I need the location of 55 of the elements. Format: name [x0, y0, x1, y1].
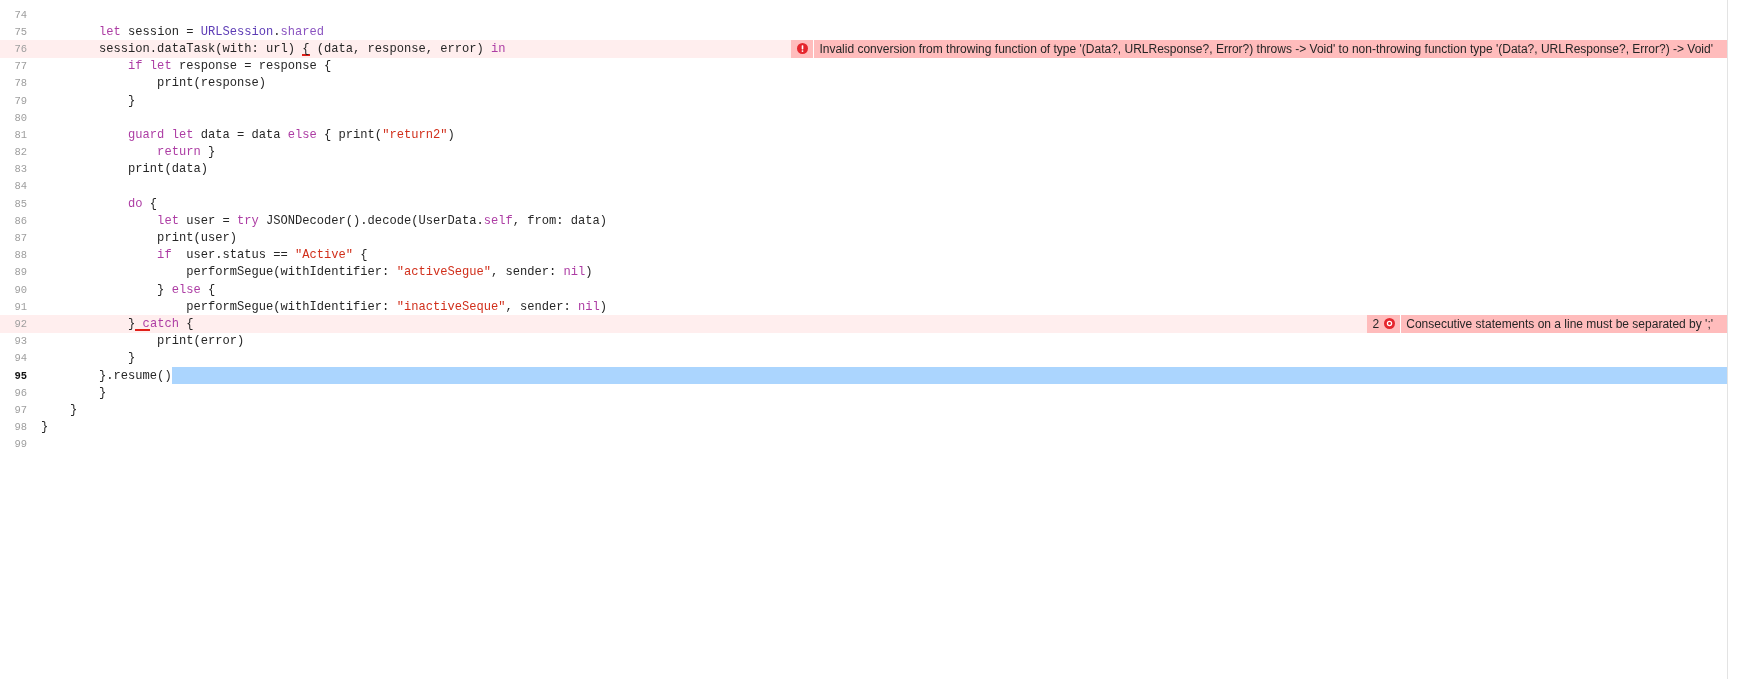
code-line: performSegue(withIdentifier: "inactiveSeque", sender: nil) [185, 299, 608, 314]
line-number: 91 [13, 300, 27, 313]
line-number: 95 [13, 369, 27, 382]
line-number: 90 [13, 283, 27, 296]
line-number: 81 [13, 128, 27, 141]
code-line: print(user) [156, 231, 237, 246]
error-message: Invalid conversion from throwing function of type '(Data?, URLResponse?, Error?) throws -> Void' to non-throwing function type '(Data?, URLResponse?, Error?) -> Void' [814, 40, 1727, 58]
code-line: print(data) [127, 162, 208, 177]
line-number: 94 [13, 352, 27, 365]
code-line: do { [127, 196, 158, 211]
code-line: }.resume() [98, 368, 172, 383]
code-line: } else { [156, 282, 216, 297]
line-number: 80 [13, 111, 27, 124]
line-number: 77 [13, 60, 27, 73]
code-line: } [98, 385, 107, 400]
code-line: let user = try JSONDecoder().decode(UserData.self, from: data) [156, 213, 608, 228]
line-number: 86 [13, 214, 27, 227]
code-line: print(error) [156, 334, 245, 349]
code-line: print(response) [156, 76, 266, 91]
line-number: 75 [13, 25, 27, 38]
error-count: 2 [1372, 316, 1380, 331]
code-line: session.dataTask(with: url) { (data, response, error) in [98, 41, 506, 56]
line-number: 89 [13, 266, 27, 279]
line-number: 96 [13, 386, 27, 399]
line-number: 82 [13, 146, 27, 159]
line-number: 88 [13, 249, 27, 262]
line-number: 79 [13, 94, 27, 107]
error-message: Consecutive statements on a line must be separated by ';' [1401, 315, 1727, 333]
line-number: 92 [13, 317, 27, 330]
line-number: 99 [13, 438, 27, 451]
code-line: } [41, 420, 49, 435]
error-icon [1384, 318, 1396, 330]
code-line: performSegue(withIdentifier: "activeSegue", sender: nil) [185, 265, 593, 280]
code-line: } [69, 402, 78, 417]
code-line: } catch { [127, 316, 194, 331]
line-number: 84 [13, 180, 27, 193]
line-number: 93 [13, 335, 27, 348]
line-number: 87 [13, 232, 27, 245]
line-number: 78 [13, 77, 27, 90]
line-number: 85 [13, 197, 27, 210]
code-line: return } [156, 145, 216, 160]
code-line: } [127, 351, 136, 366]
line-number: 98 [13, 421, 27, 434]
line-number: 97 [13, 403, 27, 416]
code-line: } [127, 93, 136, 108]
line-number: 76 [13, 42, 27, 55]
code-line: if let response = response { [127, 59, 332, 74]
error-badge[interactable]: 2 [1366, 315, 1401, 333]
code-line: let session = URLSession.shared [98, 24, 325, 39]
error-badge[interactable] [791, 40, 814, 58]
line-number: 83 [13, 163, 27, 176]
error-icon [797, 43, 809, 55]
line-number: 74 [13, 8, 27, 21]
code-line: guard let data = data else { print("return2") [127, 127, 455, 142]
code-line: if user.status == "Active" { [156, 248, 368, 263]
